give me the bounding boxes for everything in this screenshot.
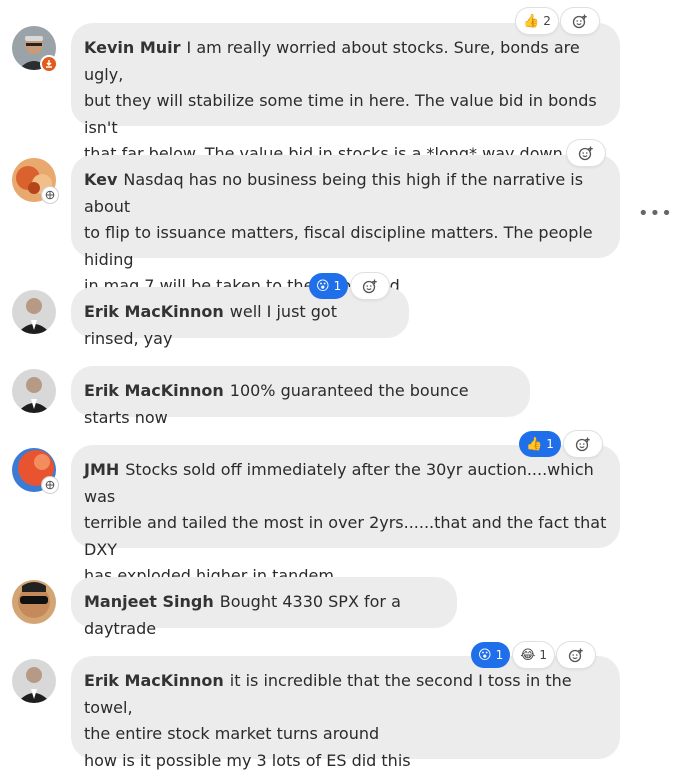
author-name[interactable]: Manjeet Singh <box>84 592 214 611</box>
message-text-line: how is it possible my 3 lots of ES did t… <box>84 748 607 774</box>
member-badge-icon <box>41 476 59 494</box>
message-text-line: the entire stock market turns around <box>84 721 607 748</box>
message-text-line: to flip to issuance matters, fiscal disc… <box>84 220 607 273</box>
laughing-face-icon: 😂 <box>520 649 535 662</box>
avatar-erik-mackinnon[interactable] <box>12 659 56 703</box>
reaction-laughing[interactable]: 😂 1 <box>513 642 554 668</box>
reaction-surprised[interactable]: 😮 1 <box>309 273 348 299</box>
message-bubble[interactable]: JMHStocks sold off immediately after the… <box>71 445 620 548</box>
message-text-line: but they will stabilize some time in her… <box>84 88 607 141</box>
reaction-surprised[interactable]: 😮 1 <box>471 642 510 668</box>
reaction-count: 1 <box>546 437 554 451</box>
reactions-bar: 😮 1 <box>309 273 389 299</box>
message-bubble[interactable]: Manjeet SinghBought 4330 SPX for a daytr… <box>71 577 457 628</box>
message-bubble[interactable]: KevNasdaq has no business being this hig… <box>71 155 620 258</box>
add-reaction-icon <box>575 436 591 452</box>
reaction-thumbs-up[interactable]: 👍 2 <box>516 8 558 34</box>
add-reaction-button[interactable] <box>557 642 595 668</box>
more-options-icon[interactable]: ••• <box>638 205 673 223</box>
author-name[interactable]: Kevin Muir <box>84 38 181 57</box>
avatar-erik-mackinnon[interactable] <box>12 369 56 413</box>
avatar-manjeet-singh[interactable] <box>12 580 56 624</box>
add-reaction-icon <box>568 647 584 663</box>
author-name[interactable]: Erik MacKinnon <box>84 302 224 321</box>
avatar-erik-mackinnon[interactable] <box>12 290 56 334</box>
message-text-line: terrible and tailed the most in over 2yr… <box>84 510 607 563</box>
reactions-bar: 👍 2 <box>516 8 599 34</box>
message-text: Stocks sold off immediately after the 30… <box>84 460 594 506</box>
add-reaction-icon <box>572 13 588 29</box>
author-name[interactable]: Kev <box>84 170 117 189</box>
reactions-bar <box>567 140 605 166</box>
author-name[interactable]: Erik MacKinnon <box>84 381 224 400</box>
admin-badge-icon <box>40 55 58 73</box>
reactions-bar: 😮 1 😂 1 <box>471 642 595 668</box>
message-bubble[interactable]: Erik MacKinnon100% guaranteed the bounce… <box>71 366 530 417</box>
message-bubble[interactable]: Kevin MuirI am really worried about stoc… <box>71 23 620 126</box>
author-name[interactable]: JMH <box>84 460 119 479</box>
reaction-count: 1 <box>334 279 342 293</box>
add-reaction-button[interactable] <box>351 273 389 299</box>
member-badge-icon <box>41 186 59 204</box>
thumbs-up-icon: 👍 <box>523 15 539 28</box>
reactions-bar: 👍 1 <box>519 431 602 457</box>
add-reaction-button[interactable] <box>567 140 605 166</box>
reaction-count: 2 <box>543 14 551 28</box>
add-reaction-icon <box>578 145 594 161</box>
message-bubble[interactable]: Erik MacKinnonit is incredible that the … <box>71 656 620 759</box>
reaction-count: 1 <box>496 648 504 662</box>
surprised-face-icon: 😮 <box>316 280 330 293</box>
message-text: Nasdaq has no business being this high i… <box>84 170 583 216</box>
reaction-thumbs-up[interactable]: 👍 1 <box>519 431 561 457</box>
author-name[interactable]: Erik MacKinnon <box>84 671 224 690</box>
add-reaction-button[interactable] <box>561 8 599 34</box>
thumbs-up-icon: 👍 <box>526 438 542 451</box>
surprised-face-icon: 😮 <box>478 649 492 662</box>
add-reaction-icon <box>362 278 378 294</box>
reaction-count: 1 <box>539 648 547 662</box>
add-reaction-button[interactable] <box>564 431 602 457</box>
